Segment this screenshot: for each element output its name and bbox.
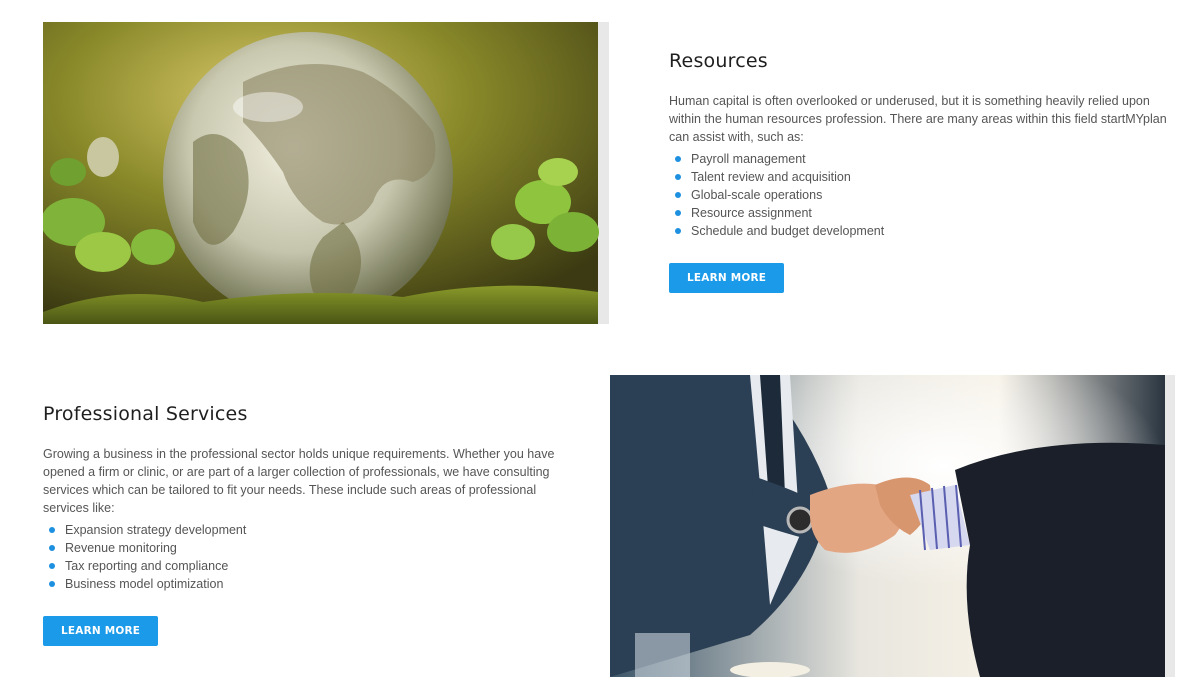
resources-learn-more-button[interactable]: LEARN MORE xyxy=(669,263,785,293)
professional-description: Growing a business in the professional s… xyxy=(43,447,555,515)
professional-list: Expansion strategy development Revenue m… xyxy=(43,521,558,593)
professional-title: Professional Services xyxy=(43,403,248,425)
list-item: Expansion strategy development xyxy=(43,521,558,539)
list-item: Business model optimization xyxy=(43,575,558,593)
professional-section: Professional Services Growing a business… xyxy=(43,403,558,646)
professional-learn-more-button[interactable]: LEARN MORE xyxy=(43,616,159,646)
resources-section: Resources Human capital is often overloo… xyxy=(669,50,1169,293)
handshake-image xyxy=(610,375,1175,677)
resources-title: Resources xyxy=(669,50,768,72)
list-item: Tax reporting and compliance xyxy=(43,557,558,575)
list-item: Revenue monitoring xyxy=(43,539,558,557)
resources-description: Human capital is often overlooked or und… xyxy=(669,94,1167,144)
page: Resources Human capital is often overloo… xyxy=(0,0,1200,695)
list-item: Talent review and acquisition xyxy=(669,168,1169,186)
resources-list: Payroll management Talent review and acq… xyxy=(669,150,1169,240)
list-item: Resource assignment xyxy=(669,204,1169,222)
list-item: Global-scale operations xyxy=(669,186,1169,204)
list-item: Schedule and budget development xyxy=(669,222,1169,240)
globe-image xyxy=(43,22,609,324)
list-item: Payroll management xyxy=(669,150,1169,168)
